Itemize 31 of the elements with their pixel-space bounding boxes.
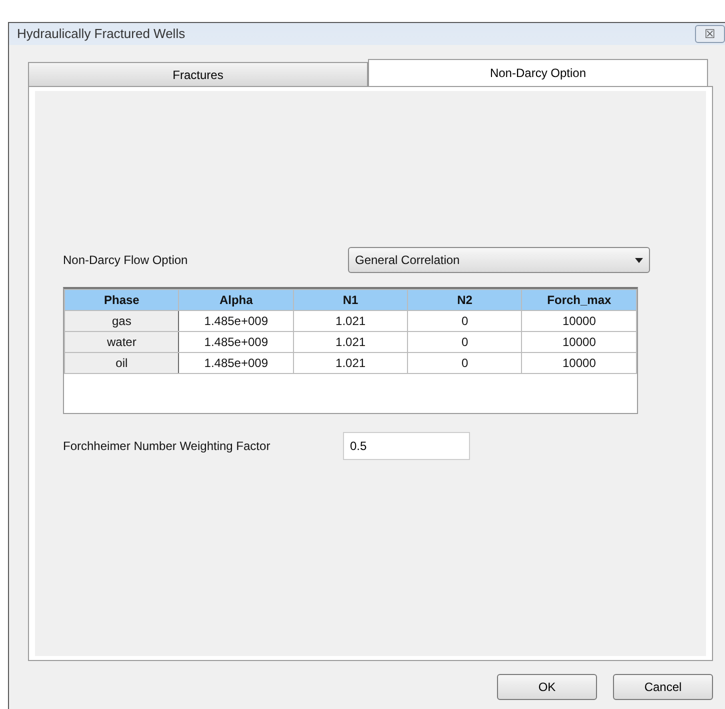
table-cell: 10000 xyxy=(522,310,636,332)
dialog-button[interactable]: OK xyxy=(497,674,597,700)
table-cell: 1.485e+009 xyxy=(178,352,294,374)
table-cell: 1.485e+009 xyxy=(178,332,294,352)
column-header: Phase xyxy=(64,290,179,310)
column-header: N2 xyxy=(408,290,522,310)
table-cell: 1.021 xyxy=(293,310,408,332)
tab[interactable]: Non-Darcy Option xyxy=(368,59,708,86)
flow-option-dropdown[interactable]: General Correlation xyxy=(348,247,650,273)
close-button[interactable]: ☒ xyxy=(695,25,725,43)
dialog-button[interactable]: Cancel xyxy=(613,674,713,700)
table-cell: 10000 xyxy=(522,332,636,352)
column-header: Alpha xyxy=(178,290,294,310)
column-header: N1 xyxy=(293,290,408,310)
dropdown-arrow-icon xyxy=(635,258,643,262)
row-header[interactable]: water xyxy=(64,332,179,352)
column-header: Forch_max xyxy=(522,290,636,310)
field-label: Non-Darcy Flow Option xyxy=(63,252,189,269)
table-cell: 1.021 xyxy=(293,332,408,352)
table-cell: 0 xyxy=(408,332,522,352)
table-cell: 0 xyxy=(408,352,522,374)
row-header[interactable]: oil xyxy=(64,352,179,374)
window-title: Hydraulically Fractured Wells xyxy=(17,25,186,44)
table-cell: 10000 xyxy=(522,352,636,374)
field-label: Forchheimer Number Weighting Factor xyxy=(63,438,272,455)
weighting-factor-field[interactable]: 0.5 xyxy=(343,432,470,460)
table-cell: 1.021 xyxy=(293,352,408,374)
tab[interactable]: Fractures xyxy=(28,62,368,86)
row-header[interactable]: gas xyxy=(64,310,179,332)
table-cell: 0 xyxy=(408,310,522,332)
table-cell: 1.485e+009 xyxy=(178,310,294,332)
